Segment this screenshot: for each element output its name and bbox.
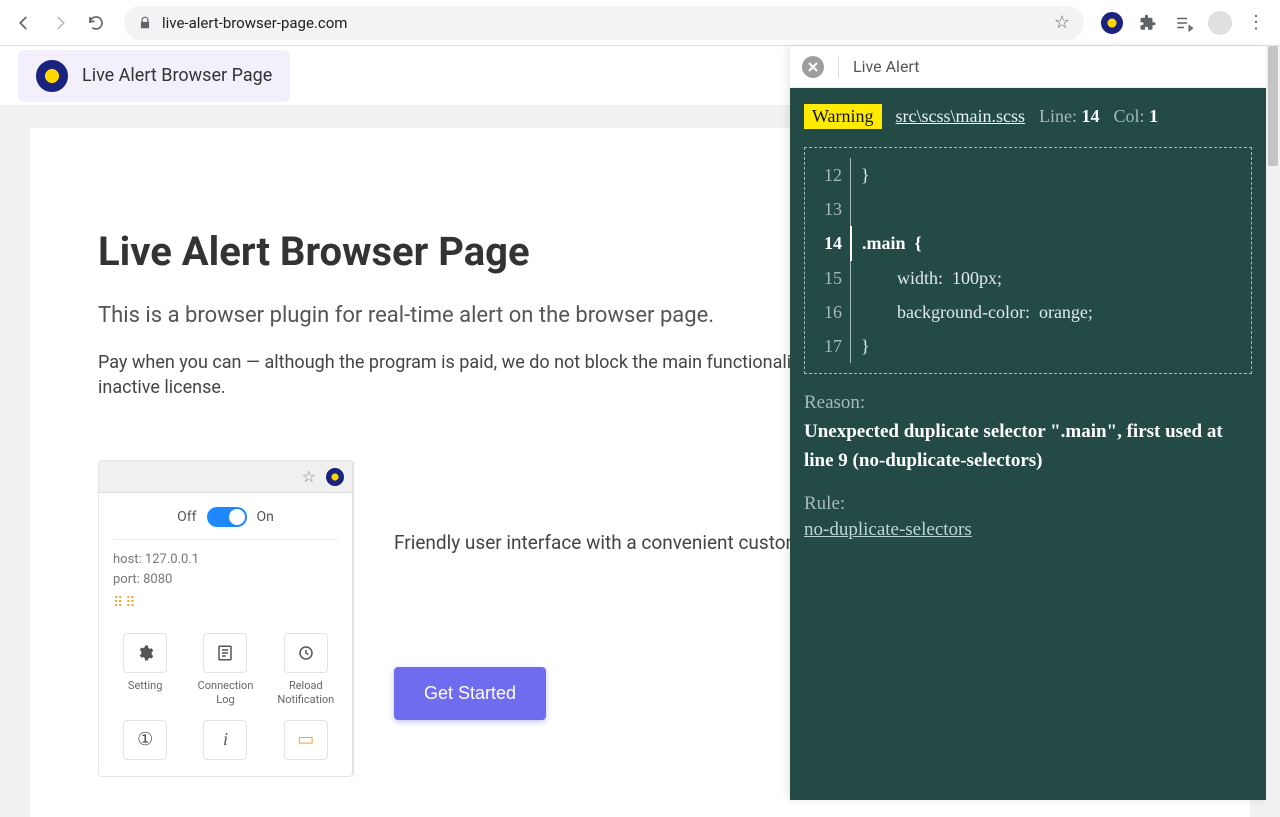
code-line: 14.main { xyxy=(811,226,1245,260)
get-started-button[interactable]: Get Started xyxy=(394,667,546,720)
on-label: On xyxy=(257,509,274,525)
close-panel-button[interactable] xyxy=(802,56,824,78)
forward-button[interactable] xyxy=(46,9,74,37)
reason-label: Reason: xyxy=(804,392,1252,414)
page-viewport: Live Alert Browser Page Live Alert Brows… xyxy=(0,46,1280,800)
scrollbar-thumb[interactable] xyxy=(1268,46,1278,166)
code-line: 16 background-color: orange; xyxy=(811,295,1245,329)
code-line: 17} xyxy=(811,329,1245,363)
extensions-icon[interactable] xyxy=(1134,9,1162,37)
kebab-menu-icon[interactable]: ⋮ xyxy=(1242,9,1270,37)
reload-notification-button[interactable] xyxy=(284,633,328,673)
connection-log-label: Connection Log xyxy=(193,679,257,705)
host-line: host: 127.0.0.1 xyxy=(113,550,338,570)
warning-badge: Warning xyxy=(804,104,882,129)
page-tab[interactable]: Live Alert Browser Page xyxy=(18,50,290,102)
scrollbar[interactable] xyxy=(1266,46,1280,800)
screenshot-chrome-bar: ☆ xyxy=(99,461,352,493)
media-icon[interactable] xyxy=(1170,9,1198,37)
grid-icon[interactable]: ⠿⠿ xyxy=(113,595,338,611)
off-label: Off xyxy=(177,509,196,525)
file-link[interactable]: src\scss\main.scss xyxy=(896,106,1026,127)
address-bar[interactable]: live-alert-browser-page.com ☆ xyxy=(124,6,1084,40)
star-icon[interactable]: ☆ xyxy=(1054,12,1070,33)
rule-label: Rule: xyxy=(804,493,1252,515)
code-line: 15 width: 100px; xyxy=(811,261,1245,295)
code-snippet: 12}1314.main {15 width: 100px;16 backgro… xyxy=(804,147,1252,374)
page-tab-label: Live Alert Browser Page xyxy=(82,65,272,86)
browser-toolbar: live-alert-browser-page.com ☆ ⋮ xyxy=(0,0,1280,46)
rule-link[interactable]: no-duplicate-selectors xyxy=(804,519,972,540)
app-logo-icon xyxy=(36,60,68,92)
setting-label: Setting xyxy=(113,679,177,692)
panel-title: Live Alert xyxy=(853,57,919,76)
enable-toggle[interactable] xyxy=(207,507,247,527)
code-line: 13 xyxy=(811,192,1245,226)
info-button-2[interactable]: i xyxy=(203,720,247,760)
card-button[interactable]: ▭ xyxy=(284,720,328,760)
action-grid-row-2: ① i ▭ xyxy=(113,720,338,766)
back-button[interactable] xyxy=(10,9,38,37)
connection-log-button[interactable] xyxy=(203,633,247,673)
reason-text: Unexpected duplicate selector ".main", f… xyxy=(804,418,1252,475)
panel-header: Live Alert xyxy=(790,46,1266,88)
lock-icon xyxy=(138,16,152,30)
reload-button[interactable] xyxy=(82,9,110,37)
url-text: live-alert-browser-page.com xyxy=(162,14,347,32)
mini-extension-icon xyxy=(326,468,344,486)
action-grid: Setting Connection Log Rel xyxy=(113,633,338,705)
warning-row: Warning src\scss\main.scss Line: 14 Col:… xyxy=(804,104,1252,129)
col-info: Col: 1 xyxy=(1114,106,1159,127)
info-button-1[interactable]: ① xyxy=(123,720,167,760)
reload-notification-label: Reload Notification xyxy=(274,679,338,705)
plugin-screenshot: ☆ Off On host: 127.0.0.1 port: 8080 xyxy=(98,460,353,776)
extension-live-alert-icon[interactable] xyxy=(1098,9,1126,37)
code-line: 12} xyxy=(811,158,1245,192)
port-line: port: 8080 xyxy=(113,570,338,590)
panel-body: Warning src\scss\main.scss Line: 14 Col:… xyxy=(790,88,1266,800)
setting-button[interactable] xyxy=(123,633,167,673)
line-info: Line: 14 xyxy=(1039,106,1100,127)
live-alert-panel: Live Alert Warning src\scss\main.scss Li… xyxy=(790,46,1266,800)
profile-avatar[interactable] xyxy=(1206,9,1234,37)
toggle-row: Off On xyxy=(113,507,338,540)
divider xyxy=(838,56,839,78)
mini-star-icon: ☆ xyxy=(302,467,316,486)
